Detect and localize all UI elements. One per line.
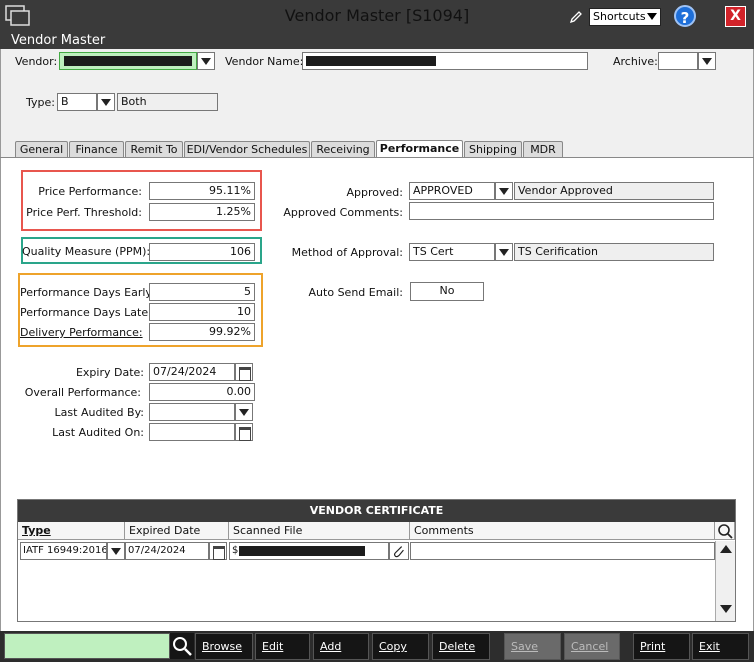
tab-remit-to[interactable]: Remit To	[125, 141, 183, 157]
archive-label: Archive:	[613, 55, 658, 68]
price-performance-label: Price Performance:	[38, 185, 142, 198]
vendor-dropdown[interactable]	[197, 52, 215, 70]
calendar-icon[interactable]	[209, 542, 227, 560]
tab-shipping[interactable]: Shipping	[464, 141, 522, 157]
vendor-certificate-title: VENDOR CERTIFICATE	[18, 500, 735, 522]
archive-field[interactable]	[658, 52, 698, 70]
row-type-field[interactable]: IATF 16949:2016	[20, 542, 107, 560]
shortcuts-dropdown[interactable]: Shortcuts	[589, 8, 661, 26]
column-expired-date[interactable]: Expired Date	[125, 522, 229, 540]
delete-button[interactable]: Delete	[432, 633, 490, 660]
expiry-date-label: Expiry Date:	[75, 366, 144, 379]
type-description: Both	[117, 93, 218, 111]
shortcuts-label: Shortcuts	[593, 10, 646, 23]
last-audited-by-dropdown[interactable]	[235, 403, 253, 421]
last-audited-by-label: Last Audited By:	[54, 406, 144, 419]
overall-performance-label: Overall Performance:	[24, 386, 141, 399]
paperclip-icon[interactable]	[389, 542, 409, 560]
vendor-field[interactable]	[59, 52, 197, 70]
vendor-certificate-grid: VENDOR CERTIFICATE Type Expired Date Sca…	[17, 499, 736, 622]
redacted-block	[306, 56, 436, 66]
days-late-label: Performance Days Late:	[20, 306, 152, 319]
file-prefix: $	[232, 545, 239, 556]
save-button[interactable]: Save	[504, 633, 561, 660]
archive-dropdown[interactable]	[698, 52, 716, 70]
price-threshold-field[interactable]: 1.25%	[149, 203, 255, 221]
quality-measure-label: Quality Measure (PPM):	[22, 245, 151, 258]
vendor-label: Vendor:	[15, 55, 58, 68]
approved-comments-label: Approved Comments:	[283, 206, 403, 219]
cancel-button[interactable]: Cancel	[564, 633, 620, 660]
approved-label: Approved:	[346, 186, 403, 199]
vendor-name-field[interactable]	[302, 52, 588, 70]
edit-button[interactable]: Edit	[255, 633, 310, 660]
auto-send-email-toggle[interactable]: No	[410, 282, 484, 301]
last-audited-on-label: Last Audited On:	[52, 426, 144, 439]
type-label: Type:	[26, 96, 55, 109]
tab-finance[interactable]: Finance	[69, 141, 124, 157]
days-early-field[interactable]: 5	[149, 283, 255, 301]
module-title: Vendor Master	[0, 33, 754, 49]
tab-performance[interactable]: Performance	[376, 140, 463, 158]
tab-edi-vendor-schedules[interactable]: EDI/Vendor Schedules	[184, 141, 310, 157]
redacted-block	[239, 546, 365, 556]
expiry-date-field[interactable]: 07/24/2024	[149, 363, 235, 381]
approved-field[interactable]: APPROVED	[409, 182, 495, 200]
method-of-approval-field[interactable]: TS Cert	[409, 243, 495, 261]
grid-search-icon[interactable]	[715, 522, 735, 540]
tab-receiving[interactable]: Receiving	[311, 141, 375, 157]
table-row[interactable]: IATF 16949:2016 07/24/2024 $	[18, 541, 715, 561]
row-expired-field[interactable]: 07/24/2024	[125, 542, 209, 560]
method-of-approval-label: Method of Approval:	[291, 246, 403, 259]
calendar-icon[interactable]	[235, 423, 253, 441]
column-comments[interactable]: Comments	[410, 522, 715, 540]
calendar-icon[interactable]	[235, 363, 253, 381]
method-of-approval-dropdown[interactable]	[495, 243, 513, 261]
method-of-approval-description: TS Cerification	[514, 243, 714, 261]
last-audited-by-field[interactable]	[149, 403, 235, 421]
row-scanned-file-field[interactable]: $	[229, 542, 389, 560]
chevron-down-icon	[647, 13, 657, 20]
approved-comments-field[interactable]	[409, 202, 714, 220]
approved-dropdown[interactable]	[495, 182, 513, 200]
add-button[interactable]: Add	[313, 633, 369, 660]
browse-search-input[interactable]	[4, 633, 170, 659]
tab-mdr[interactable]: MDR	[523, 141, 563, 157]
price-performance-field[interactable]: 95.11%	[149, 182, 255, 200]
quality-measure-field[interactable]: 106	[149, 243, 255, 261]
pencil-icon[interactable]	[568, 9, 584, 25]
tab-general[interactable]: General	[15, 141, 68, 157]
delivery-performance-link[interactable]: Delivery Performance:	[20, 326, 143, 339]
column-type[interactable]: Type	[18, 522, 125, 540]
price-highlight-box	[21, 170, 262, 231]
price-threshold-label: Price Perf. Threshold:	[26, 206, 142, 219]
grid-scrollbar[interactable]	[715, 541, 735, 621]
scroll-up-icon[interactable]	[720, 545, 732, 553]
help-icon[interactable]: ?	[674, 5, 696, 27]
type-dropdown[interactable]	[97, 93, 115, 111]
delivery-performance-field[interactable]: 99.92%	[149, 323, 255, 341]
search-icon[interactable]	[170, 633, 194, 659]
scroll-down-icon[interactable]	[720, 605, 732, 613]
row-type-dropdown[interactable]	[107, 542, 125, 560]
vendor-name-label: Vendor Name:	[225, 55, 304, 68]
row-comments-field[interactable]	[410, 542, 715, 560]
copy-button[interactable]: Copy	[372, 633, 429, 660]
redacted-block	[64, 56, 192, 66]
column-scanned-file[interactable]: Scanned File	[229, 522, 410, 540]
type-field[interactable]: B	[57, 93, 97, 111]
overall-performance-field[interactable]: 0.00	[149, 383, 255, 401]
days-late-field[interactable]: 10	[149, 303, 255, 321]
auto-send-email-label: Auto Send Email:	[308, 286, 403, 299]
browse-button[interactable]: Browse	[195, 633, 253, 660]
days-early-label: Performance Days Early:	[20, 286, 155, 299]
exit-button[interactable]: Exit	[692, 633, 749, 660]
approved-description: Vendor Approved	[514, 182, 714, 200]
close-icon[interactable]: X	[725, 6, 746, 27]
print-button[interactable]: Print	[633, 633, 690, 660]
last-audited-on-field[interactable]	[149, 423, 235, 441]
